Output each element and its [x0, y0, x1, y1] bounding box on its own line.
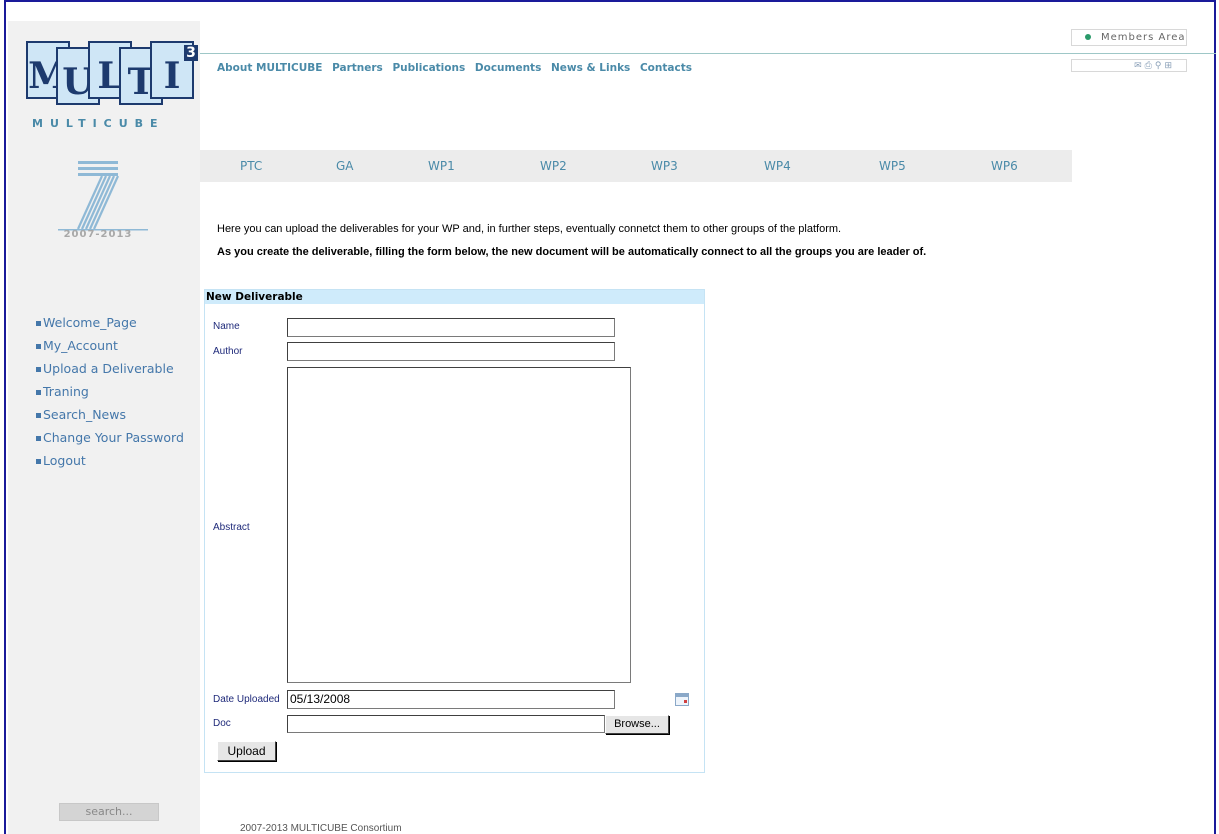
calendar-icon[interactable]	[675, 693, 689, 706]
sidebar-item-label: Upload a Deliverable	[43, 361, 174, 376]
tab-wp4[interactable]: WP4	[764, 159, 791, 173]
bullet-icon	[36, 413, 41, 418]
bullet-icon	[36, 390, 41, 395]
sidebar-item-my-account[interactable]: My_Account	[36, 337, 184, 360]
footer-text: 2007-2013 MULTICUBE Consortium	[240, 823, 402, 834]
search-button[interactable]: search...	[59, 803, 159, 821]
abstract-label: Abstract	[213, 522, 250, 533]
nav-news-links[interactable]: News & Links	[551, 62, 630, 74]
fp7-logo	[58, 161, 148, 231]
doc-label: Doc	[213, 718, 231, 729]
nav-contacts[interactable]: Contacts	[640, 62, 692, 74]
name-field[interactable]	[287, 318, 615, 337]
sidebar-menu: Welcome_Page My_Account Upload a Deliver…	[36, 314, 184, 475]
author-label: Author	[213, 346, 243, 357]
header-divider	[200, 53, 1216, 54]
sidebar-item-change-password[interactable]: Change Your Password	[36, 429, 184, 452]
fp7-years: 2007-2013	[63, 229, 133, 240]
doc-file-field[interactable]	[287, 715, 605, 733]
logo-wordmark: MULTICUBE	[32, 117, 165, 130]
tab-wp5[interactable]: WP5	[879, 159, 906, 173]
name-label: Name	[213, 321, 240, 332]
bullet-icon	[36, 459, 41, 464]
browse-button[interactable]: Browse...	[605, 715, 669, 734]
bullet-icon	[36, 344, 41, 349]
bullet-icon	[36, 436, 41, 441]
logo-letter: I	[163, 55, 181, 97]
members-area-button[interactable]: Members Area	[1071, 29, 1187, 46]
nav-publications[interactable]: Publications	[392, 62, 465, 74]
sidebar-item-logout[interactable]: Logout	[36, 452, 184, 475]
sidebar-item-label: Search_News	[43, 407, 126, 422]
mail-icon[interactable]: ✉	[1134, 60, 1142, 70]
logo-superscript: 3	[184, 45, 198, 61]
tab-ga[interactable]: GA	[336, 159, 354, 173]
sidebar-item-welcome-page[interactable]: Welcome_Page	[36, 314, 184, 337]
sidebar-item-label: Welcome_Page	[43, 315, 137, 330]
sidebar-item-search-news[interactable]: Search_News	[36, 406, 184, 429]
tab-wp3[interactable]: WP3	[651, 159, 678, 173]
page-tools: ✉ ⎙ ⚲ ⊞	[1071, 59, 1187, 72]
abstract-textarea[interactable]	[287, 367, 631, 683]
tab-wp6[interactable]: WP6	[991, 159, 1018, 173]
form-title: New Deliverable	[205, 290, 704, 304]
sidebar-item-label: Change Your Password	[43, 430, 184, 445]
bullet-icon	[36, 321, 41, 326]
sidebar-item-traning[interactable]: Traning	[36, 383, 184, 406]
sitemap-icon[interactable]: ⊞	[1164, 60, 1172, 70]
sidebar-item-label: Logout	[43, 453, 86, 468]
intro-text: Here you can upload the deliverables for…	[217, 223, 842, 235]
multicube-logo[interactable]: M U L T I 3	[26, 41, 198, 117]
members-area-label: Members Area	[1101, 32, 1186, 43]
members-dot-icon	[1085, 34, 1091, 40]
search-icon[interactable]: ⚲	[1155, 60, 1162, 70]
upload-button[interactable]: Upload	[217, 741, 276, 761]
sidebar-item-label: My_Account	[43, 338, 118, 353]
tab-ptc[interactable]: PTC	[240, 159, 262, 173]
sidebar-item-label: Traning	[43, 384, 89, 399]
sidebar: M U L T I 3 MULTICUBE 2007-2013 Welcome_…	[8, 21, 200, 834]
tab-wp1[interactable]: WP1	[428, 159, 455, 173]
tab-wp2[interactable]: WP2	[540, 159, 567, 173]
intro-note: As you create the deliverable, filling t…	[217, 246, 927, 258]
nav-partners[interactable]: Partners	[332, 62, 383, 74]
nav-documents[interactable]: Documents	[475, 62, 541, 74]
top-nav: About MULTICUBE Partners Publications Do…	[217, 62, 698, 74]
bullet-icon	[36, 367, 41, 372]
print-icon[interactable]: ⎙	[1145, 60, 1152, 70]
sidebar-item-upload-deliverable[interactable]: Upload a Deliverable	[36, 360, 184, 383]
date-uploaded-field[interactable]: 05/13/2008	[287, 690, 615, 709]
nav-about[interactable]: About MULTICUBE	[217, 62, 322, 74]
wp-tab-bar: PTC GA WP1 WP2 WP3 WP4 WP5 WP6	[200, 150, 1072, 182]
date-uploaded-label: Date Uploaded	[213, 694, 280, 705]
author-field[interactable]	[287, 342, 615, 361]
